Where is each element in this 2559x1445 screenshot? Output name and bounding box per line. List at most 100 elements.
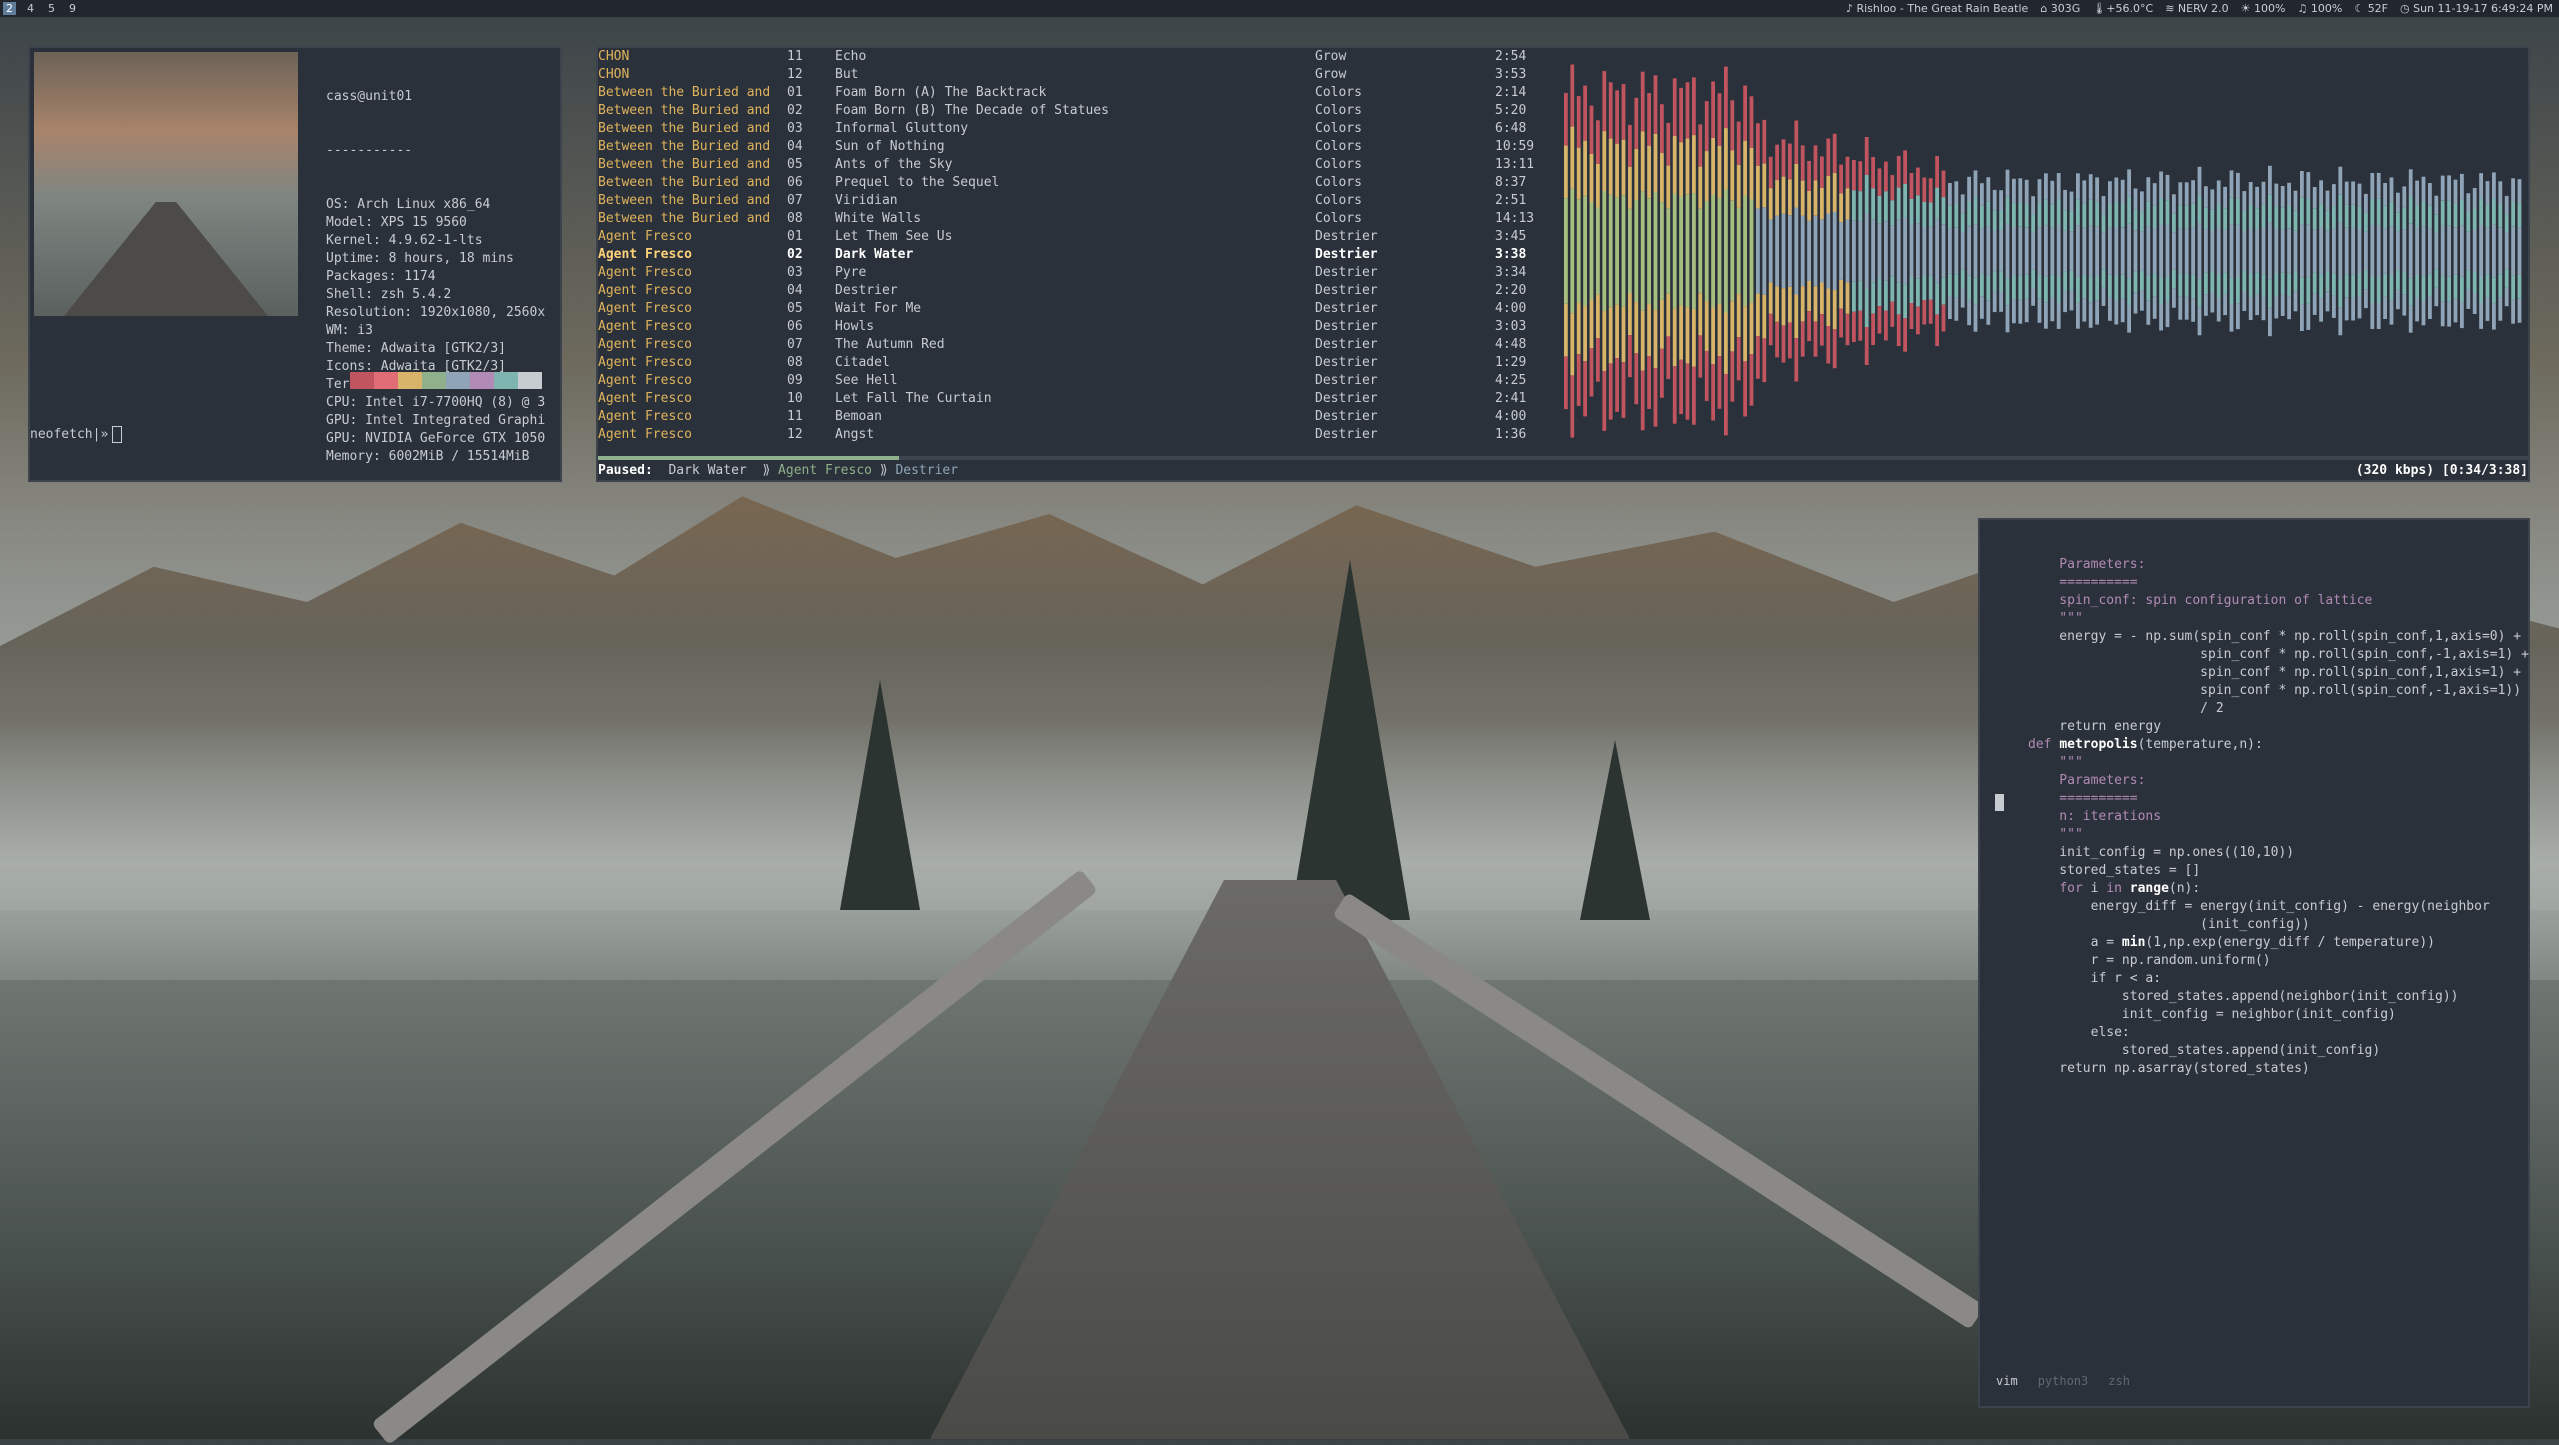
playlist-row[interactable]: Agent Fresco 04 Destrier Destrier 2:20 [598,282,1558,300]
visualizer-bar [2453,251,2458,275]
visualizer-bar [1564,92,1568,146]
visualizer-bar [2133,292,2138,314]
visualizer-bar [1916,167,1920,196]
system-info-line: Kernel: 4.9.62-1-lts [326,233,483,248]
playlist-row[interactable]: Agent Fresco 08 Citadel Destrier 1:29 [598,354,1558,372]
visualizer-bar [1717,356,1722,409]
visualizer-bar [1736,294,1741,338]
vim-terminal[interactable]: Parameters: ========== spin_conf: spin c… [1978,518,2530,1408]
playlist-row[interactable]: CHON 12 But Grow 3:53 [598,66,1558,84]
visualizer-bar [1999,291,2003,312]
playlist-row[interactable]: Agent Fresco 11 Bemoan Destrier 4:00 [598,408,1558,426]
visualizer-bar [2229,304,2234,332]
tab-vim[interactable]: vim [1996,1372,2018,1390]
visualizer-bar [2376,199,2381,225]
visualizer-bar [1756,251,1760,294]
visualizer-bar [2351,297,2355,321]
visualizer-bar [2472,272,2477,293]
track-duration: 8:37 [1495,175,1527,190]
code-line: energy_diff = energy(init_config) - ener… [2028,899,2490,914]
visualizer-bar [1807,221,1811,251]
visualizer-bar [1756,165,1760,209]
visualizer-bar [2511,226,2515,251]
visualizer-bar [1724,373,1728,436]
visualizer-bar [1826,138,1831,176]
visualizer-bar [1762,338,1767,383]
playlist-row[interactable]: Agent Fresco 10 Let Fall The Curtain Destri… [598,390,1558,408]
visualizer-bar [2191,203,2195,228]
visualizer-bar [2293,291,2298,312]
wifi-status: ≋ NERV 2.0 [2165,2,2228,15]
visualizer-bar [1679,196,1683,251]
playlist-row[interactable]: Between the Buried and 03 Informal Glutton… [598,120,1558,138]
visualizer-bar [1922,226,1927,251]
workspace-button[interactable]: 2 [3,2,16,15]
playlist-row[interactable]: Between the Buried and 05 Ants of the Sky C… [598,156,1558,174]
visualizer-bar [2242,251,2247,271]
playlist-row[interactable]: Agent Fresco 01 Let Them See Us Destrier 3:4… [598,228,1558,246]
visualizer-bar [1967,201,1971,227]
playlist-row[interactable]: Between the Buried and 04 Sun of Nothing Co… [598,138,1558,156]
weather-status: ☾ 52F [2354,2,2388,15]
playlist-row[interactable]: Between the Buried and 01 Foam Born (A) Th… [598,84,1558,102]
track-number: 01 [787,229,803,244]
track-artist: Agent Fresco [598,391,692,406]
tab-zsh[interactable]: zsh [2108,1372,2130,1390]
playlist-row[interactable]: Between the Buried and 06 Prequel to the S… [598,174,1558,192]
visualizer-bar [2421,251,2426,276]
visualizer-bar [1724,312,1728,374]
playlist-row[interactable]: Between the Buried and 02 Foam Born (B) Th… [598,102,1558,120]
visualizer-bar [1736,207,1741,251]
visualizer-bar [2351,227,2355,251]
visualizer-bar [2402,229,2407,251]
visualizer-bar [1903,150,1907,184]
workspace-button[interactable]: 4 [24,2,37,15]
visualizer-bar [2421,176,2426,202]
visualizer-bar [2370,225,2375,251]
visualizer-bar [1615,197,1619,251]
playback-progress-bar[interactable] [598,456,2528,460]
code-editor[interactable]: Parameters: ========== spin_conf: spin c… [2028,556,2529,1078]
visualizer-bar [1941,170,1946,198]
visualizer-bar [1960,288,1965,308]
track-title: Destrier [835,283,898,298]
playlist-row[interactable]: Agent Fresco 06 Howls Destrier 3:03 [598,318,1558,336]
visualizer-bar [1666,251,1671,294]
track-album: Destrier [1315,301,1378,316]
track-title: The Autumn Red [835,337,945,352]
visualizer-bar [2229,251,2234,278]
playlist-row[interactable]: Agent Fresco 05 Wait For Me Destrier 4:00 [598,300,1558,318]
workspace-button[interactable]: 9 [66,2,79,15]
playlist-row[interactable]: Between the Buried and 07 Viridian Colors 2:… [598,192,1558,210]
neofetch-info: cass@unit01 ----------- OS: Arch Linux x… [326,52,556,502]
brightness-status: ☀ 100% [2241,2,2286,15]
playlist-row[interactable]: Agent Fresco 12 Angst Destrier 1:36 [598,426,1558,444]
neofetch-terminal[interactable]: cass@unit01 ----------- OS: Arch Linux x… [28,46,562,482]
playlist-row[interactable]: Agent Fresco 03 Pyre Destrier 3:34 [598,264,1558,282]
visualizer-bar [1768,188,1773,220]
visualizer-bar [1973,251,1978,278]
visualizer-bar [1583,195,1587,251]
workspace-switcher: 2 4 5 9 [0,2,79,15]
visualizer-bar [2268,165,2272,195]
playlist-row[interactable]: Agent Fresco 07 The Autumn Red Destrier 4:48 [598,336,1558,354]
music-player-window[interactable]: CHON 11 Echo Grow 2:54 CHON 12 But Grow 3:53 Betwe… [596,46,2530,482]
playlist-row[interactable]: Agent Fresco 02 Dark Water Destrier 3:38 [598,246,1558,264]
playlist-row[interactable]: Agent Fresco 09 See Hell Destrier 4:25 [598,372,1558,390]
visualizer-bar [1621,362,1626,418]
visualizer-bar [2357,273,2362,296]
tab-python3[interactable]: python3 [2038,1372,2089,1390]
track-title: Foam Born (A) The Backtrack [835,85,1047,100]
playlist-row[interactable]: CHON 11 Echo Grow 2:54 [598,48,1558,66]
visualizer-bar [2511,299,2515,324]
workspace-button[interactable]: 5 [45,2,58,15]
visualizer-bar [1570,188,1575,251]
track-duration: 1:36 [1495,427,1527,442]
shell-prompt[interactable]: neofetch|» [30,426,123,444]
visualizer-bar [2300,224,2304,251]
visualizer-bar [2146,275,2151,301]
visualizer-bar [2319,251,2323,275]
visualizer-bar [2338,194,2343,223]
visualizer-bar [1666,122,1671,166]
playlist-row[interactable]: Between the Buried and 08 White Walls Color… [598,210,1558,228]
